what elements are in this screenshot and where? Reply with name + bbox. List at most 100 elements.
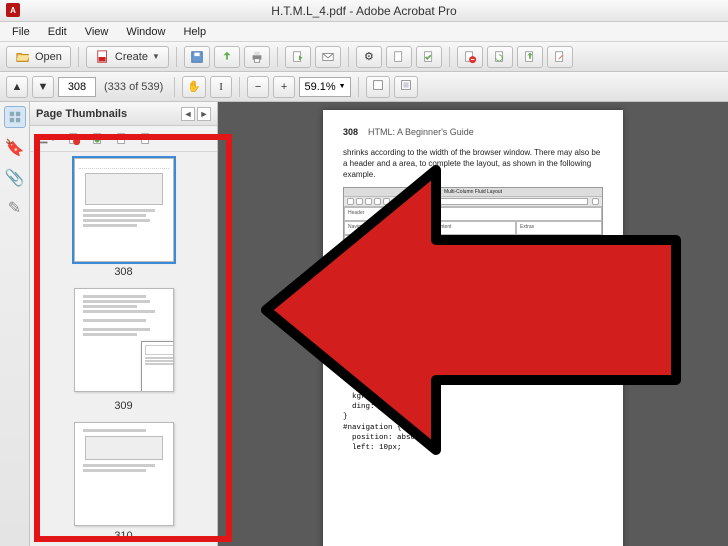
doc-code-block: { margin: 10px 10px 0px 10px; padding: 0… (343, 331, 603, 453)
document-page: 308 HTML: A Beginner's Guide shrinks acc… (323, 110, 623, 546)
tool-4-button[interactable] (457, 46, 483, 68)
thumbnail-308[interactable]: 308 (30, 158, 217, 278)
arrow-down-icon: ▼ (38, 81, 49, 93)
tool-6-button[interactable] (517, 46, 543, 68)
envelope-icon (320, 49, 336, 65)
plus-icon: + (281, 81, 287, 93)
thumbnails-title: Page Thumbnails (36, 108, 127, 120)
share-button[interactable] (214, 46, 240, 68)
zoom-value[interactable]: 59.1% ▼ (299, 77, 351, 97)
menu-bar: File Edit View Window Help (0, 22, 728, 42)
thumbs-rotate-button[interactable] (88, 129, 108, 149)
attachments-tab[interactable]: 📎 (5, 168, 25, 188)
page-refresh-icon (492, 49, 508, 65)
page-number-input[interactable] (58, 77, 96, 97)
fit-width-icon (371, 78, 385, 95)
text-select-icon: I (219, 81, 223, 93)
create-button[interactable]: Create ▼ (86, 46, 169, 68)
paperclip-icon: 📎 (5, 168, 25, 188)
signature-icon: ✎ (8, 198, 21, 218)
export-button[interactable] (285, 46, 311, 68)
menu-help[interactable]: Help (175, 24, 214, 40)
doc-page-number: 308 (343, 126, 358, 138)
thumbnails-tab[interactable] (4, 106, 26, 128)
thumbs-prev-button[interactable]: ◄ (181, 107, 195, 121)
fit-page-icon (399, 78, 413, 95)
gear-icon: ⚙ (361, 49, 377, 65)
thumbnails-panel: Page Thumbnails ◄ ► ▾ (30, 102, 218, 546)
figure-nav-col: Navigation (344, 221, 430, 235)
thumb-label: 308 (114, 266, 132, 278)
document-view[interactable]: 308 HTML: A Beginner's Guide shrinks acc… (218, 102, 728, 546)
fit-width-button[interactable] (366, 76, 390, 98)
open-button[interactable]: Open (6, 46, 71, 68)
signatures-tab[interactable]: ✎ (5, 198, 25, 218)
thumbs-next-button[interactable]: ► (197, 107, 211, 121)
page-edit-icon (552, 49, 568, 65)
toolbar-main: Open Create ▼ ⚙ (0, 42, 728, 72)
page-up-icon (522, 49, 538, 65)
thumbnails-list[interactable]: 308 (30, 152, 217, 546)
thumbs-options-button[interactable]: ▾ (36, 129, 56, 149)
arrow-up-icon: ▲ (12, 81, 23, 93)
fit-page-button[interactable] (394, 76, 418, 98)
menu-edit[interactable]: Edit (40, 24, 75, 40)
page-delete-icon (462, 49, 478, 65)
title-bar: A H.T.M.L_4.pdf - Adobe Acrobat Pro (0, 0, 728, 22)
figure-footer: Footer (344, 235, 602, 249)
page-up-button[interactable]: ▲ (6, 76, 28, 98)
page-export-icon (290, 49, 306, 65)
menu-file[interactable]: File (4, 24, 38, 40)
pdf-create-icon (95, 49, 111, 65)
hand-tool-button[interactable]: ✋ (182, 76, 206, 98)
print-button[interactable] (244, 46, 270, 68)
save-icon (189, 49, 205, 65)
thumbs-delete-button[interactable] (64, 129, 84, 149)
tool-2-button[interactable] (386, 46, 412, 68)
tool-3-button[interactable] (416, 46, 442, 68)
page-checkmark-icon (421, 49, 437, 65)
zoom-out-button[interactable]: − (247, 76, 269, 98)
save-button[interactable] (184, 46, 210, 68)
menu-view[interactable]: View (77, 24, 117, 40)
tool-7-button[interactable] (547, 46, 573, 68)
doc-book-title: HTML: A Beginner's Guide (368, 126, 474, 138)
page-down-button[interactable]: ▼ (32, 76, 54, 98)
doc-figure-browser: Multi-Column Fluid Layout Header Navigat… (343, 187, 603, 251)
drag-ghost-thumbnail: ↖ (141, 341, 174, 392)
tool-5-button[interactable] (487, 46, 513, 68)
open-label: Open (35, 51, 62, 63)
chevron-down-icon: ▼ (339, 83, 346, 90)
print-icon (249, 49, 265, 65)
thumbnail-309[interactable]: ↖ 309 (30, 288, 217, 412)
figure-header: Header (344, 207, 602, 221)
select-tool-button[interactable]: I (210, 76, 232, 98)
page-count-label: (333 of 539) (100, 81, 167, 93)
thumbnails-toolbar: ▾ (30, 126, 217, 152)
thumbnails-header: Page Thumbnails ◄ ► (30, 102, 217, 126)
folder-open-icon (15, 49, 31, 65)
toolbar-nav: ▲ ▼ (333 of 539) ✋ I − + 59.1% ▼ (0, 72, 728, 102)
nav-rail: 🔖 📎 ✎ (0, 102, 30, 546)
thumbnail-310[interactable]: 310 (30, 422, 217, 542)
menu-window[interactable]: Window (118, 24, 173, 40)
doc-paragraph: shrinks according to the width of the br… (343, 148, 603, 180)
zoom-in-button[interactable]: + (273, 76, 295, 98)
tool-1-button[interactable]: ⚙ (356, 46, 382, 68)
thumb-label: 309 (114, 400, 132, 412)
hand-icon: ✋ (187, 80, 201, 93)
page-tool-icon (391, 49, 407, 65)
minus-icon: − (255, 81, 261, 93)
thumb-label: 310 (114, 530, 132, 542)
figure-title: Multi-Column Fluid Layout (344, 188, 602, 198)
thumbs-extract-button[interactable] (136, 129, 156, 149)
bookmarks-tab[interactable]: 🔖 (5, 138, 25, 158)
dropdown-arrow-icon: ▼ (152, 52, 160, 61)
doc-paragraph: ight look like? (343, 315, 603, 326)
cloud-upload-icon (219, 49, 235, 65)
bookmark-icon: 🔖 (5, 138, 25, 158)
email-button[interactable] (315, 46, 341, 68)
thumbs-insert-button[interactable] (112, 129, 132, 149)
figure-content-col: Content (430, 221, 516, 235)
doc-paragraph: ylesheet somewhat, depending on the leng… (343, 273, 603, 284)
